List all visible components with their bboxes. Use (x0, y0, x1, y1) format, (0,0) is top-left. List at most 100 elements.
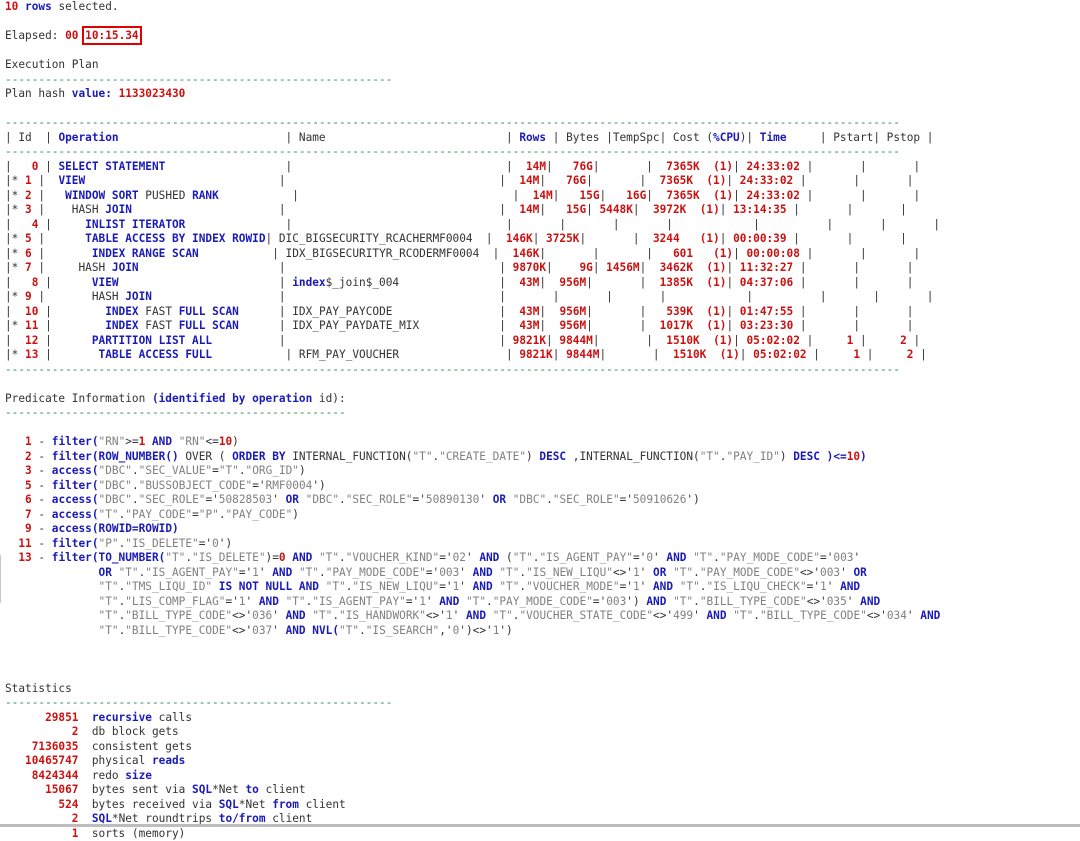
console-text: "T" (733, 609, 753, 622)
console-text: ----------------------------------------… (5, 145, 900, 158)
console-text: 50828503 (219, 493, 272, 506)
console-text: <= (205, 435, 218, 448)
console-text: "BILL_TYPE_CODE" (125, 624, 232, 637)
console-text: ' (653, 551, 666, 564)
console-line: 7 - access("T"."PAY_CODE"="P"."PAY_CODE"… (5, 508, 299, 523)
console-text: "DBC" (99, 493, 132, 506)
console-text: | (553, 348, 566, 361)
console-text: ') (312, 479, 325, 492)
console-text: |* (5, 247, 25, 260)
console-text: - (32, 464, 52, 477)
console-text: 5 (25, 479, 32, 492)
console-text: 1510K (666, 334, 699, 347)
console-text: . (132, 493, 139, 506)
console-text: ' (466, 551, 479, 564)
console-text: "IS_NEW_LIQU" (526, 566, 613, 579)
console-text: <>' (232, 609, 252, 622)
console-text: ' (640, 566, 653, 579)
console-text (700, 334, 713, 347)
console-line: Plan hash value: 1133023430 (5, 87, 185, 102)
console-text: calls (152, 711, 192, 724)
console-text: SQL (219, 798, 239, 811)
console-text: = (212, 464, 219, 477)
console-text: "IS_AGENT_PAY" (539, 551, 633, 564)
console-text: - (32, 435, 52, 448)
console-text: ')<>' (459, 624, 492, 637)
console-text: | | | (793, 261, 913, 274)
console-text: =' (807, 580, 820, 593)
console-text: 601 (673, 247, 693, 260)
console-line: "T"."BILL_TYPE_CODE"<>'036' AND "T"."IS_… (5, 609, 940, 624)
console-text: 1 (446, 609, 453, 622)
console-text: 0 (212, 537, 219, 550)
console-text: 11 (18, 537, 31, 550)
console-line: 6 - access("DBC"."SEC_ROLE"='50828503' O… (5, 493, 700, 508)
console-text: ') (686, 493, 699, 506)
console-text: VIEW (92, 276, 119, 289)
console-text: filter(TO_NUMBER( (52, 551, 166, 564)
console-text: | (539, 305, 559, 318)
console-text: INLIST ITERATOR (85, 218, 185, 231)
console-text: 3972K (653, 203, 686, 216)
console-text: )| (740, 131, 760, 144)
console-text: $_join$_004 | (326, 276, 520, 289)
console-text: | Pstart| Pstop | (787, 131, 934, 144)
console-text: 499 (673, 609, 693, 622)
console-text: | (38, 348, 98, 361)
console-text: size (125, 769, 152, 782)
console-text (459, 595, 466, 608)
console-text: ' (272, 493, 285, 506)
console-text: | (600, 189, 627, 202)
console-text: Plan hash (5, 87, 72, 100)
console-text: AND (860, 595, 880, 608)
console-line: "T"."TMS_LIQU_ID" IS NOT NULL AND "T"."I… (5, 580, 860, 595)
console-text: | (853, 334, 900, 347)
console-text: AND (272, 566, 292, 579)
console-text: - (32, 537, 52, 550)
console-text: "BUSSOBJECT_CODE" (139, 479, 253, 492)
console-text: . (486, 595, 493, 608)
console-text: | | | (787, 232, 907, 245)
console-text: "T" (119, 566, 139, 579)
console-text: ( (499, 551, 512, 564)
console-text: PARTITION LIST ALL (92, 334, 212, 347)
console-line: |* 6 | INDEX RANGE SCAN | IDX_BIGSECURIT… (5, 247, 920, 262)
console-text: ') (219, 537, 232, 550)
console-text: | | (139, 261, 513, 274)
console-text: . (339, 551, 346, 564)
console-line: Execution Plan (5, 58, 99, 73)
console-text: 3244 (653, 232, 680, 245)
console-text: "LIS_COMP_FLAG" (125, 595, 225, 608)
console-text: 7136035 (5, 740, 78, 753)
console-text: AND (473, 566, 493, 579)
console-text: . (219, 508, 226, 521)
console-text: | HASH (32, 203, 105, 216)
console-text: "IS_DELETE" (192, 551, 265, 564)
console-line: |* 2 | WINDOW SORT PUSHED RANK | | 14M| … (5, 189, 920, 204)
console-text: 10 (5, 0, 18, 13)
console-text (212, 580, 219, 593)
console-text: "BILL_TYPE_CODE" (700, 595, 807, 608)
console-text: 2 (25, 189, 32, 202)
console-line: 15067 bytes sent via SQL*Net to client (5, 783, 306, 798)
console-text: . (693, 595, 700, 608)
console-text: "IS_AGENT_PAY" (312, 595, 406, 608)
console-text: 9870K (513, 261, 546, 274)
console-text: 5448K (600, 203, 633, 216)
console-text: selected. (52, 0, 119, 13)
console-text (279, 595, 286, 608)
console-text: 7365K (666, 189, 699, 202)
console-text: FULL SCAN (179, 305, 239, 318)
console-line: | 8 | VIEW | index$_join$_004 | 43M| 956… (5, 276, 913, 291)
console-text: "IS_HANDWORK" (339, 609, 426, 622)
console-line: 2 db block gets (5, 725, 179, 740)
console-text: "SEC_ROLE" (139, 493, 206, 506)
console-text: |* (5, 203, 25, 216)
console-text: bytes received via (78, 798, 218, 811)
console-text: ' (479, 493, 492, 506)
console-text: index (292, 276, 325, 289)
console-text: | (740, 348, 753, 361)
console-text: ----------------------------------------… (5, 363, 900, 376)
console-line: | 10 | INDEX FAST FULL SCAN | IDX_PAY_PA… (5, 305, 913, 320)
console-text: ' (459, 580, 472, 593)
